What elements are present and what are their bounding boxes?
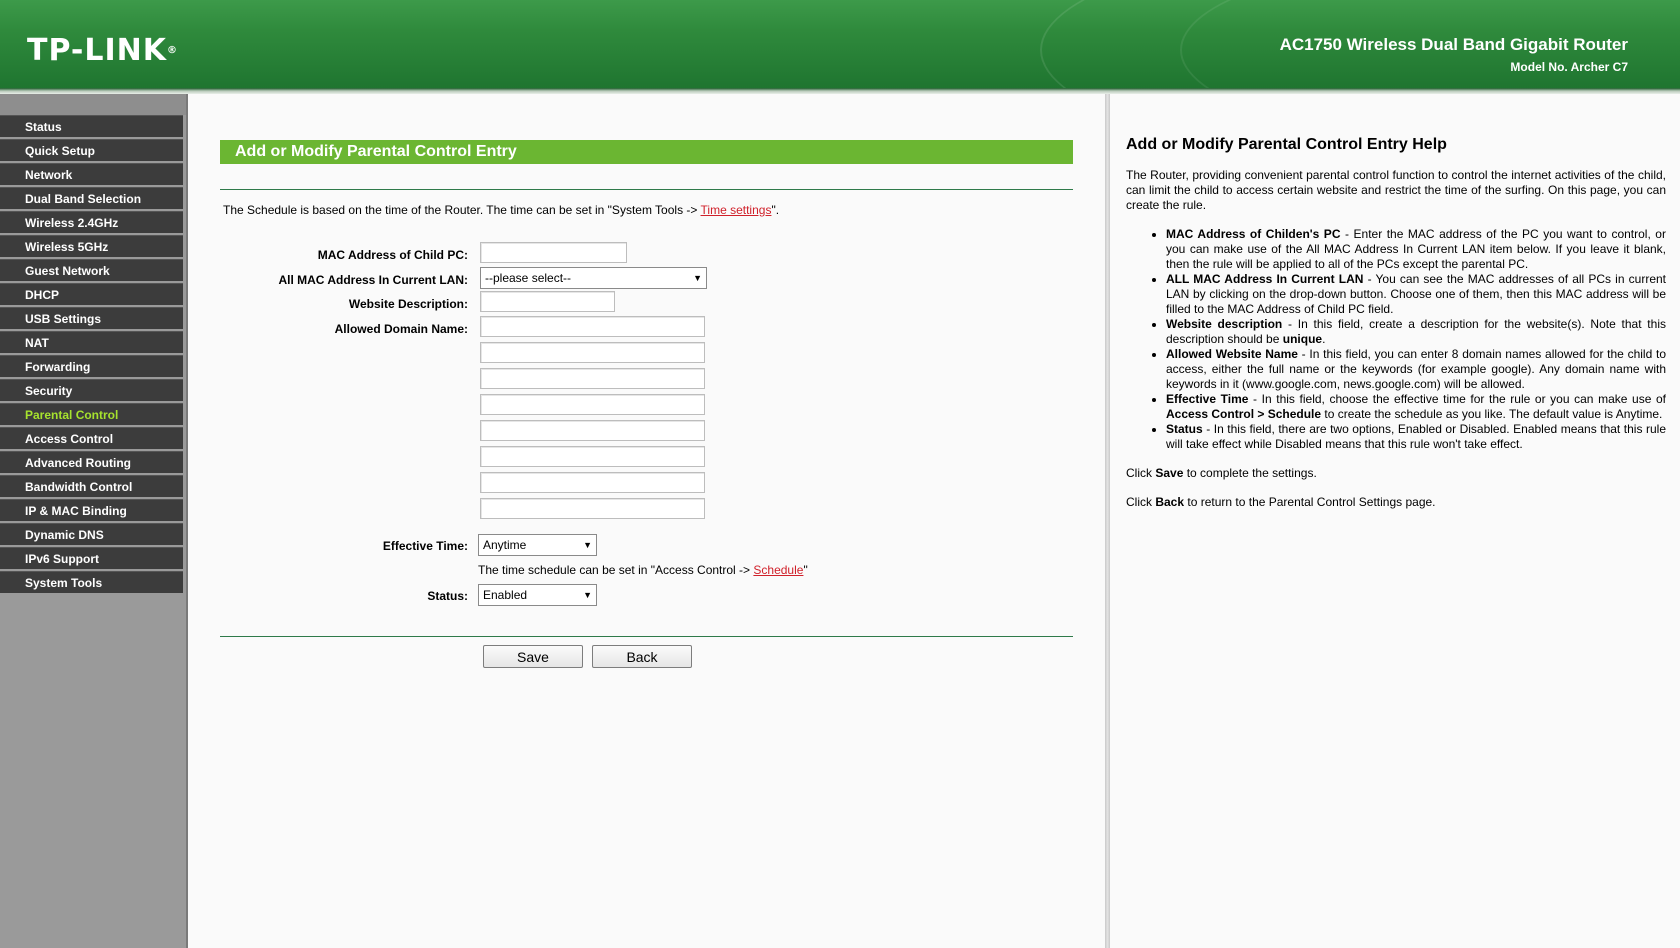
dropdown-arrow-icon: ▼ (693, 273, 702, 283)
schedule-link[interactable]: Schedule (753, 563, 803, 577)
schedule-note-end: ". (771, 203, 780, 217)
help-item-effective-time: Effective Time - In this field, choose t… (1166, 392, 1666, 422)
help-back-post: to return to the Parental Control Settin… (1184, 495, 1436, 509)
sidebar-item-advanced-routing[interactable]: Advanced Routing (0, 451, 183, 473)
sidebar-item-dynamic-dns[interactable]: Dynamic DNS (0, 523, 183, 545)
sidebar-item-access-control[interactable]: Access Control (0, 427, 183, 449)
logo-text: TP-LINK (27, 33, 168, 68)
product-name: AC1750 Wireless Dual Band Gigabit Router (1279, 35, 1628, 54)
help-intro: The Router, providing convenient parenta… (1126, 168, 1666, 212)
dropdown-arrow-icon: ▼ (583, 590, 592, 600)
allowed-domain-label: Allowed Domain Name: (334, 322, 468, 336)
help-emphasis: unique (1282, 332, 1323, 346)
sidebar-item-wireless-5ghz[interactable]: Wireless 5GHz (0, 235, 183, 257)
sidebar-item-nat[interactable]: NAT (0, 331, 183, 353)
effective-time-selected: Anytime (483, 538, 527, 552)
sidebar-item-ip-mac-binding[interactable]: IP & MAC Binding (0, 499, 183, 521)
domain-input-1[interactable] (480, 316, 705, 337)
domain-input-7[interactable] (480, 472, 705, 493)
help-item-website-description: Website description - In this field, cre… (1166, 317, 1666, 347)
help-back-pre: Click (1126, 495, 1156, 509)
status-select[interactable]: Enabled ▼ (478, 584, 597, 606)
sidebar-top-spacer (0, 94, 186, 115)
sidebar-item-quick-setup[interactable]: Quick Setup (0, 139, 183, 161)
help-term: Website description (1166, 317, 1283, 331)
help-term: ALL MAC Address In Current LAN (1166, 272, 1364, 286)
schedule-note: The Schedule is based on the time of the… (223, 203, 779, 217)
domain-input-5[interactable] (480, 420, 705, 441)
all-mac-select[interactable]: --please select-- ▼ (480, 267, 707, 289)
help-item-allowed-website: Allowed Website Name - In this field, yo… (1166, 347, 1666, 392)
help-back-note: Click Back to return to the Parental Con… (1126, 495, 1666, 510)
product-info: AC1750 Wireless Dual Band Gigabit Router… (1280, 34, 1628, 74)
sidebar-item-system-tools[interactable]: System Tools (0, 571, 183, 593)
help-item-mac-address: MAC Address of Childen's PC - Enter the … (1166, 227, 1666, 272)
help-text: - In this field, there are two options, … (1166, 422, 1666, 451)
website-description-label: Website Description: (348, 297, 468, 311)
sidebar-item-bandwidth-control[interactable]: Bandwidth Control (0, 475, 183, 497)
status-selected: Enabled (483, 588, 528, 602)
help-term: Allowed Website Name (1166, 347, 1298, 361)
help-item-all-mac: ALL MAC Address In Current LAN - You can… (1166, 272, 1666, 317)
effective-time-note: The time schedule can be set in "Access … (478, 563, 808, 577)
website-description-input[interactable] (480, 291, 615, 312)
time-settings-link[interactable]: Time settings (701, 203, 772, 217)
sidebar-item-network[interactable]: Network (0, 163, 183, 185)
help-panel: Add or Modify Parental Control Entry Hel… (1110, 94, 1680, 948)
bottom-divider (220, 636, 1073, 637)
dropdown-arrow-icon: ▼ (583, 540, 592, 550)
help-save-note: Click Save to complete the settings. (1126, 466, 1666, 481)
header-banner: TP-LINK® AC1750 Wireless Dual Band Gigab… (0, 0, 1680, 88)
top-divider (220, 189, 1073, 190)
sidebar-item-usb-settings[interactable]: USB Settings (0, 307, 183, 329)
mac-address-label: MAC Address of Child PC: (317, 248, 468, 262)
effective-note-text: The time schedule can be set in "Access … (478, 563, 754, 577)
domain-input-2[interactable] (480, 342, 705, 363)
back-button[interactable]: Back (592, 645, 692, 668)
help-term: MAC Address of Childen's PC (1166, 227, 1341, 241)
help-save-pre: Click (1126, 466, 1156, 480)
help-text: - In this field, choose the effective ti… (1248, 392, 1666, 406)
domain-input-8[interactable] (480, 498, 705, 519)
registered-mark: ® (167, 45, 179, 56)
save-button[interactable]: Save (483, 645, 583, 668)
sidebar-item-parental-control[interactable]: Parental Control (0, 403, 183, 425)
help-term: Status (1166, 422, 1203, 436)
help-emphasis: Access Control > Schedule (1166, 407, 1322, 421)
main-panel: Add or Modify Parental Control Entry The… (188, 94, 1105, 948)
domain-input-3[interactable] (480, 368, 705, 389)
sidebar-item-guest-network[interactable]: Guest Network (0, 259, 183, 281)
sidebar-item-dhcp[interactable]: DHCP (0, 283, 183, 305)
model-number: Model No. Archer C7 (1510, 60, 1628, 74)
help-back-strong: Back (1155, 495, 1185, 509)
help-text-end: . (1322, 332, 1326, 346)
all-mac-selected: --please select-- (485, 271, 572, 285)
help-text-end: to create the schedule as you like. The … (1321, 407, 1663, 421)
effective-time-label: Effective Time: (382, 539, 468, 553)
tp-link-logo: TP-LINK® (27, 34, 178, 68)
sidebar-item-ipv6-support[interactable]: IPv6 Support (0, 547, 183, 569)
sidebar-item-security[interactable]: Security (0, 379, 183, 401)
domain-input-4[interactable] (480, 394, 705, 415)
schedule-note-text: The Schedule is based on the time of the… (223, 203, 701, 217)
sidebar-item-forwarding[interactable]: Forwarding (0, 355, 183, 377)
page-title: Add or Modify Parental Control Entry (220, 140, 1073, 164)
help-item-status: Status - In this field, there are two op… (1166, 422, 1666, 452)
effective-note-end: " (803, 563, 808, 577)
help-save-strong: Save (1155, 466, 1184, 480)
help-save-post: to complete the settings. (1183, 466, 1317, 480)
status-label: Status: (427, 589, 468, 603)
sidebar-item-wireless-24ghz[interactable]: Wireless 2.4GHz (0, 211, 183, 233)
help-title: Add or Modify Parental Control Entry Hel… (1126, 136, 1447, 153)
help-list: MAC Address of Childen's PC - Enter the … (1126, 227, 1666, 452)
effective-time-select[interactable]: Anytime ▼ (478, 534, 597, 556)
all-mac-label: All MAC Address In Current LAN: (278, 273, 468, 287)
help-term: Effective Time (1166, 392, 1249, 406)
mac-address-input[interactable] (480, 242, 627, 263)
sidebar-item-dual-band-selection[interactable]: Dual Band Selection (0, 187, 183, 209)
domain-input-6[interactable] (480, 446, 705, 467)
sidebar-menu: Status Quick Setup Network Dual Band Sel… (0, 94, 186, 948)
sidebar-item-status[interactable]: Status (0, 115, 183, 137)
